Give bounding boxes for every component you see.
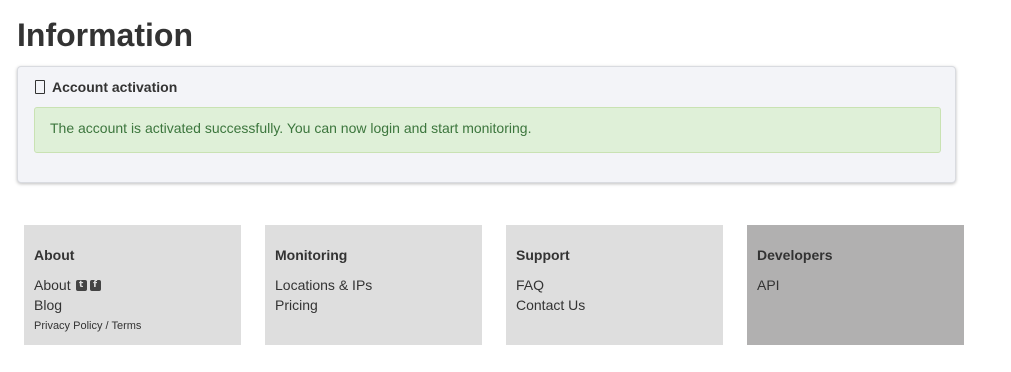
- footer-monitoring-column: Monitoring Locations & IPs Pricing: [265, 225, 482, 345]
- page-title: Information: [17, 17, 193, 53]
- facebook-icon[interactable]: f: [89, 279, 101, 291]
- footer-legal-links: Privacy Policy / Terms: [34, 319, 231, 333]
- footer-developers-title: Developers: [757, 247, 833, 263]
- footer-about-title: About: [34, 247, 75, 263]
- footer-blog-link[interactable]: Blog: [34, 295, 231, 315]
- footer-faq-link[interactable]: FAQ: [516, 275, 713, 295]
- footer-about-row: About t f: [34, 275, 231, 295]
- footer-api-link[interactable]: API: [757, 275, 954, 295]
- mobile-device-icon: [35, 80, 45, 94]
- account-activation-panel: Account activation The account is activa…: [17, 66, 956, 183]
- panel-heading-label: Account activation: [52, 79, 178, 95]
- terms-link[interactable]: Terms: [111, 320, 141, 332]
- footer-support-title: Support: [516, 247, 570, 263]
- footer-contact-link[interactable]: Contact Us: [516, 295, 713, 315]
- footer-monitoring-title: Monitoring: [275, 247, 348, 263]
- footer-pricing-link[interactable]: Pricing: [275, 295, 472, 315]
- panel-heading: Account activation: [35, 79, 177, 95]
- success-alert: The account is activated successfully. Y…: [34, 107, 941, 153]
- footer-about-link[interactable]: About: [34, 275, 71, 295]
- privacy-policy-link[interactable]: Privacy Policy: [34, 320, 102, 332]
- footer-support-column: Support FAQ Contact Us: [506, 225, 723, 345]
- footer-developers-column: Developers API: [747, 225, 964, 345]
- footer-about-column: About About t f Blog Privacy Policy / Te…: [24, 225, 241, 345]
- footer-locations-link[interactable]: Locations & IPs: [275, 275, 472, 295]
- twitter-icon[interactable]: t: [75, 279, 87, 291]
